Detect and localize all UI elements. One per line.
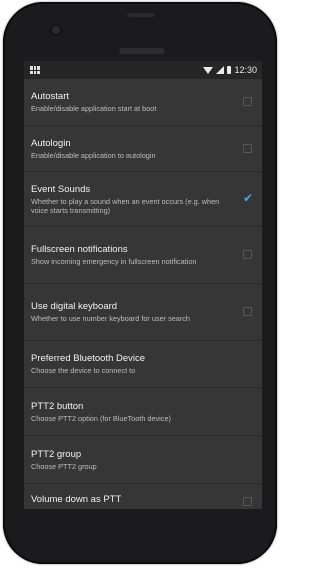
setting-subtitle: Enable/disable application start at boot [31,104,157,113]
setting-title: PTT2 group [31,448,82,460]
status-bar: 12:30 [24,61,262,79]
setting-fullscreen-notifications[interactable]: Fullscreen notifications Show incoming e… [24,227,262,284]
status-icons: 12:30 [203,65,257,75]
setting-title: Use digital keyboard [31,301,118,312]
front-camera [50,24,62,36]
signal-icon [216,66,225,74]
setting-title: Autologin [31,137,71,149]
digital-keyboard-checkbox[interactable] [243,307,252,316]
setting-subtitle: Whether to use number keyboard for user … [31,314,190,323]
setting-title: Preferred Bluetooth Device [31,353,146,364]
setting-subtitle: Choose PTT2 group [31,461,97,471]
setting-title: PTT2 button [31,400,84,412]
speaker-grille [119,48,165,54]
fullscreen-notifications-checkbox[interactable] [243,250,252,259]
battery-icon [227,66,232,74]
setting-subtitle: Choose the device to connect to [31,366,136,375]
setting-subtitle: Enable/disable application to autologin [31,150,156,160]
setting-subtitle: Whether to play a sound when an event oc… [31,196,220,215]
setting-title: Event Sounds [31,183,91,195]
setting-event-sounds[interactable]: Event Sounds Whether to play a sound whe… [24,172,262,227]
status-time: 12:30 [234,65,257,75]
setting-subtitle: Choose PTT2 option (for BlueTooth device… [31,413,171,423]
setting-ptt2-button[interactable]: PTT2 button Choose PTT2 option (for Blue… [24,388,262,436]
setting-subtitle: Show incoming emergency in fullscreen no… [31,257,197,266]
setting-preferred-bluetooth-device[interactable]: Preferred Bluetooth Device Choose the de… [24,341,262,388]
wifi-icon [203,66,214,74]
setting-ptt2-group[interactable]: PTT2 group Choose PTT2 group [24,436,262,484]
setting-title: Fullscreen notifications [31,244,128,255]
setting-title: Volume down as PTT [31,494,122,505]
setting-digital-keyboard[interactable]: Use digital keyboard Whether to use numb… [24,284,262,341]
earpiece-speaker [127,13,155,17]
phone-frame: 12:30 Autostart Enable/disable applicati… [3,2,277,564]
app-grid-icon [30,66,40,74]
settings-list: Autostart Enable/disable application sta… [24,79,262,509]
setting-autologin[interactable]: Autologin Enable/disable application to … [24,126,262,172]
autostart-checkbox[interactable] [243,97,252,106]
checkmark-icon[interactable]: ✔ [243,192,253,204]
screen: 12:30 Autostart Enable/disable applicati… [24,61,262,509]
setting-title: Autostart [31,91,70,102]
autologin-checkbox[interactable] [243,143,252,153]
volume-down-ptt-checkbox[interactable] [243,497,252,506]
setting-volume-down-ptt[interactable]: Volume down as PTT [24,484,262,509]
setting-autostart[interactable]: Autostart Enable/disable application sta… [24,79,262,126]
